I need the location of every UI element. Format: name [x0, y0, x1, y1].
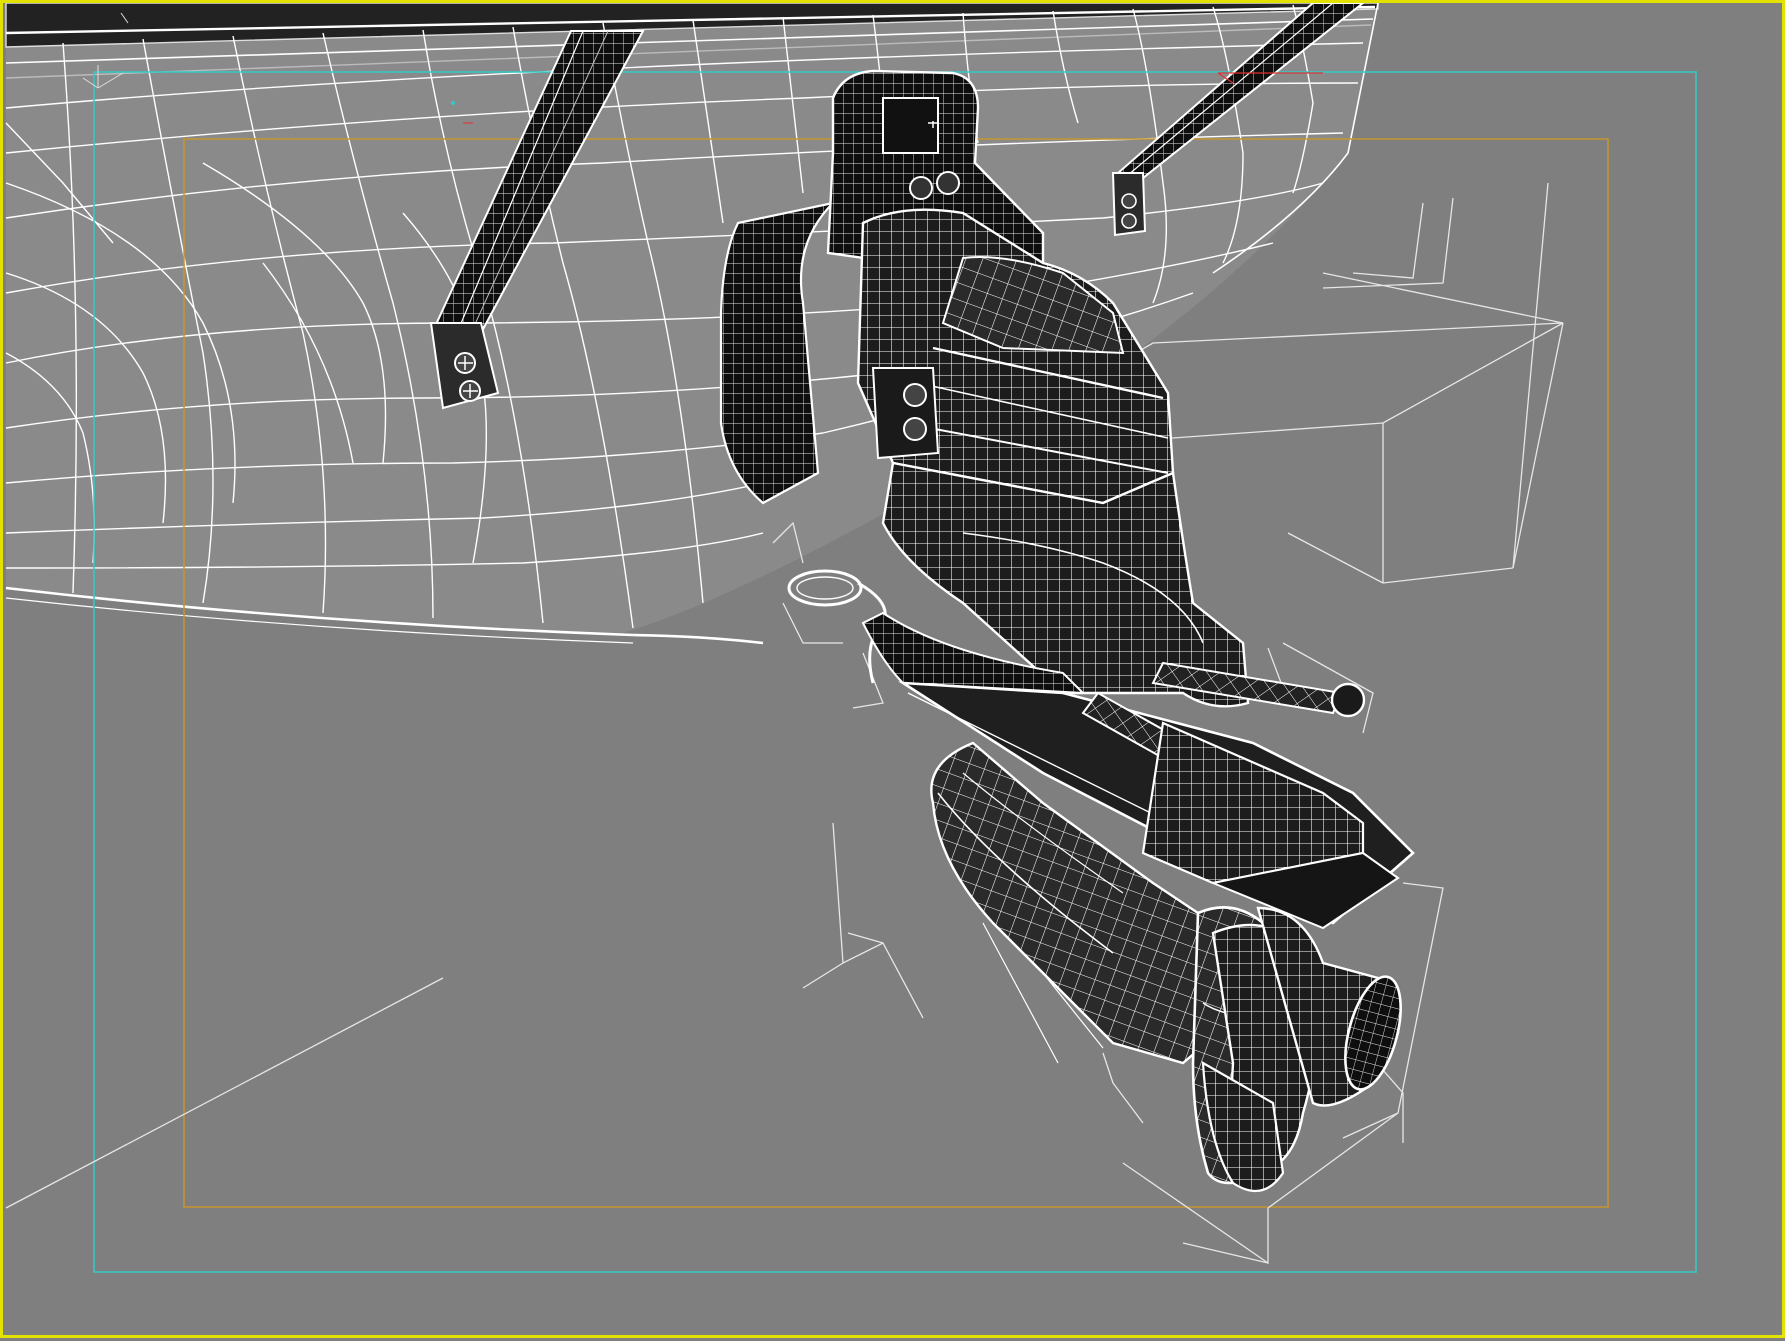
perspective-viewport[interactable]: [0, 0, 1785, 1338]
viewport-scene[interactable]: [3, 3, 1785, 1341]
